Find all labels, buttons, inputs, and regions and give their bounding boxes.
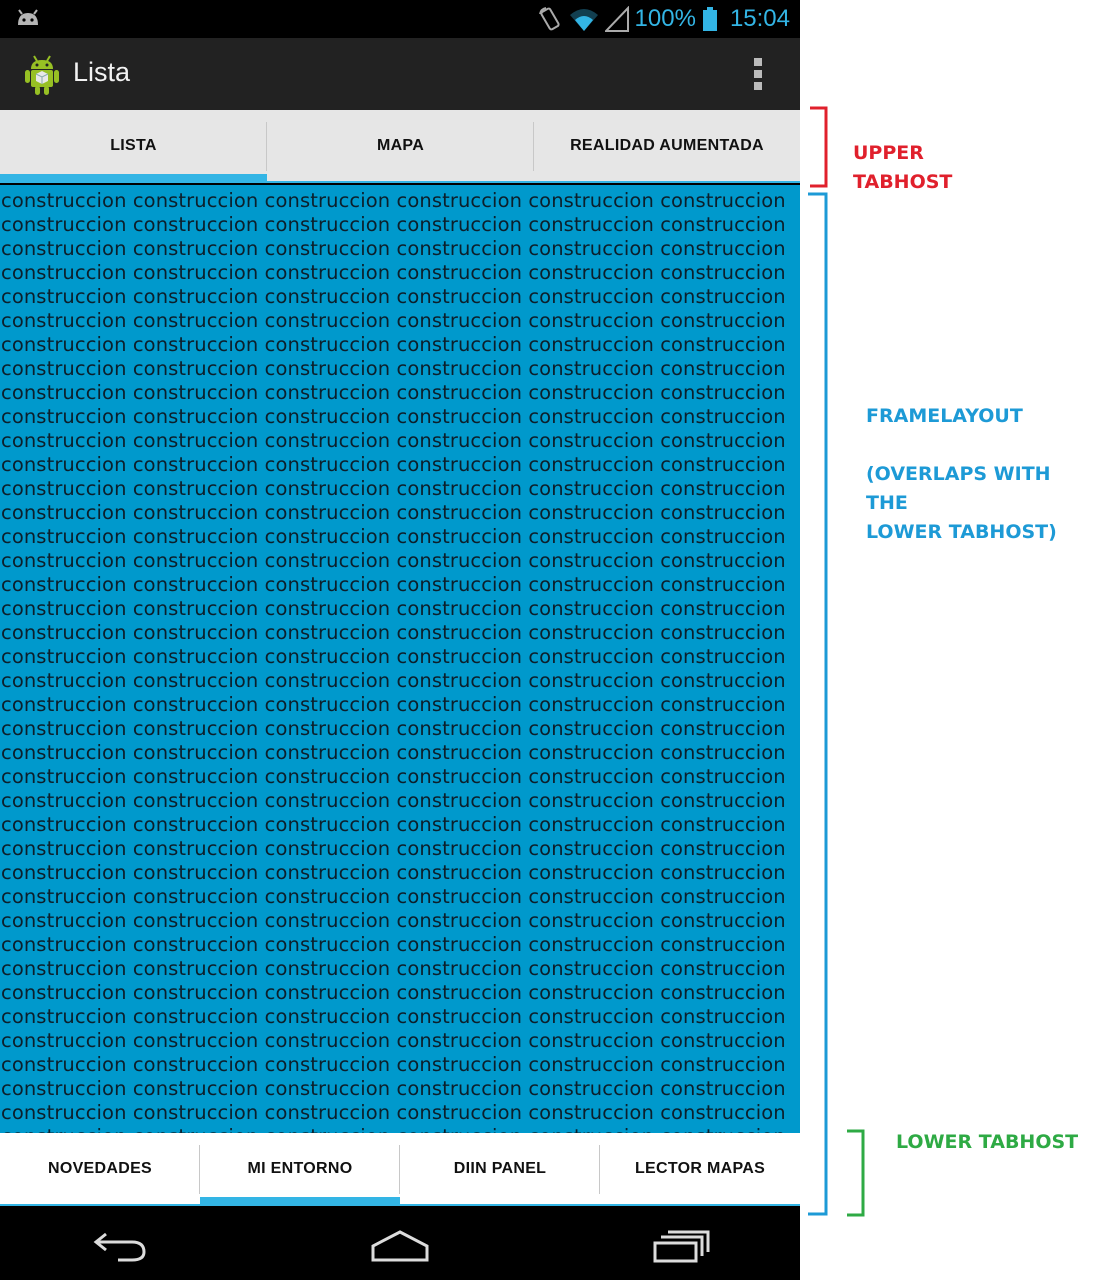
home-icon[interactable] (370, 1228, 430, 1264)
tab-realidad-aumentada[interactable]: REALIDAD AUMENTADA (534, 110, 800, 181)
upper-tabhost-bracket (810, 106, 828, 188)
clock: 15:04 (729, 5, 790, 32)
wifi-icon (569, 9, 598, 31)
recent-apps-icon[interactable] (652, 1228, 712, 1264)
framelayout-bracket (808, 192, 828, 1216)
lower-tab-bar: NOVEDADES MI ENTORNO DIIN PANEL LECTOR M… (0, 1133, 800, 1206)
content-text: construccion construccion construccion c… (1, 189, 786, 1133)
tab-mi-entorno[interactable]: MI ENTORNO (200, 1133, 400, 1204)
tab-lector-mapas[interactable]: LECTOR MAPAS (600, 1133, 800, 1204)
tab-label: DIIN PANEL (453, 1159, 547, 1177)
action-bar: Lista (0, 38, 800, 112)
tab-diin-panel[interactable]: DIIN PANEL (400, 1133, 600, 1204)
tab-label: MI ENTORNO (247, 1159, 353, 1177)
status-bar: 100% 15:04 (0, 0, 800, 38)
tab-selected-indicator (0, 174, 267, 181)
android-debug-icon (18, 9, 38, 25)
signal-icon (604, 6, 629, 32)
tab-label: LECTOR MAPAS (634, 1159, 766, 1177)
tab-label: MAPA (376, 136, 425, 154)
navigation-bar (0, 1208, 800, 1280)
tab-lista[interactable]: LISTA (0, 110, 267, 181)
battery-icon (702, 7, 717, 31)
phone-screen: 100% 15:04 Lista LISTA MAPA REALIDAD AUM… (0, 0, 800, 1280)
lower-tabhost-annotation: LOWER TABHOST (896, 1131, 1079, 1153)
tab-novedades[interactable]: NOVEDADES (0, 1133, 200, 1204)
overflow-menu-icon[interactable] (744, 54, 772, 94)
frame-layout-content[interactable]: construccion construccion construccion c… (0, 185, 800, 1133)
framelayout-annotation: FRAMELAYOUT (OVERLAPS WITH THE LOWER TAB… (866, 405, 1057, 543)
rotation-lock-icon (538, 7, 560, 31)
tab-selected-indicator (200, 1197, 400, 1204)
tab-label: REALIDAD AUMENTADA (570, 136, 764, 154)
tab-mapa[interactable]: MAPA (267, 110, 534, 181)
app-title: Lista (73, 57, 131, 87)
back-icon[interactable] (92, 1228, 148, 1264)
android-icon[interactable] (22, 52, 62, 96)
battery-percent: 100% (634, 5, 696, 32)
tab-label: NOVEDADES (47, 1159, 153, 1177)
tab-label: LISTA (110, 136, 157, 154)
upper-tabhost-annotation: UPPER TABHOST (853, 142, 953, 193)
lower-tabhost-bracket (847, 1129, 865, 1217)
upper-tab-bar: LISTA MAPA REALIDAD AUMENTADA (0, 110, 800, 183)
